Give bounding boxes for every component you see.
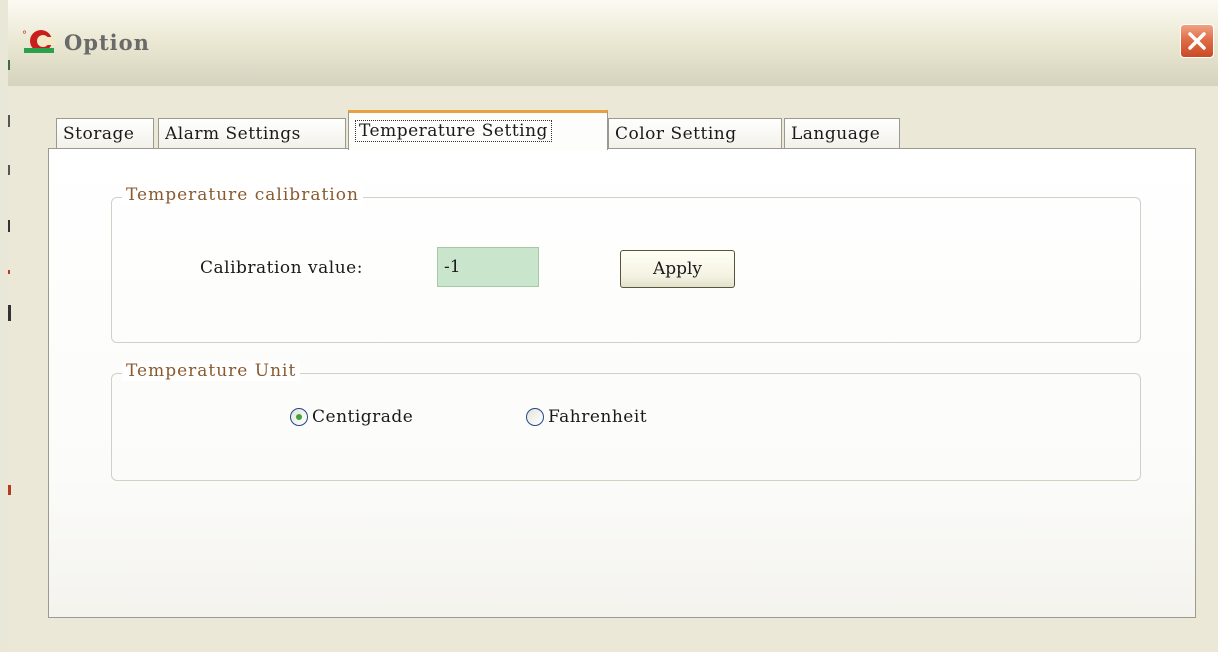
radio-label: Centigrade [312, 407, 414, 427]
tab-label: Alarm Settings [165, 124, 301, 144]
tab-label: Temperature Setting [355, 120, 552, 142]
tab-label: Language [791, 124, 881, 144]
radio-centigrade[interactable]: Centigrade [290, 407, 413, 427]
svg-text:°: ° [22, 30, 27, 41]
calibration-group: Temperature calibration Calibration valu… [111, 185, 1141, 343]
window-left-edge [8, 60, 11, 495]
temperature-unit-group-title: Temperature Unit [122, 361, 301, 381]
apply-button[interactable]: Apply [620, 250, 735, 288]
close-icon [1188, 32, 1206, 50]
title-bar[interactable]: ° Option [8, 0, 1218, 86]
radio-label: Fahrenheit [548, 407, 648, 427]
radio-fahrenheit[interactable]: Fahrenheit [526, 407, 647, 427]
calibration-value-label: Calibration value: [200, 258, 363, 278]
tab-temperature-setting[interactable]: Temperature Setting [348, 110, 608, 150]
app-logo-icon: ° [22, 30, 56, 53]
radio-unchecked-icon [526, 408, 544, 426]
temperature-unit-group: Temperature Unit Centigrade Fahrenheit [111, 361, 1141, 481]
close-button[interactable] [1180, 24, 1214, 58]
radio-checked-icon [290, 408, 308, 426]
radio-dot [296, 414, 302, 420]
tab-language[interactable]: Language [784, 118, 900, 148]
tab-storage[interactable]: Storage [56, 118, 154, 148]
tab-alarm-settings[interactable]: Alarm Settings [158, 118, 346, 148]
calibration-value-input[interactable] [437, 247, 539, 287]
calibration-group-title: Temperature calibration [122, 185, 363, 205]
tab-color-setting[interactable]: Color Setting [608, 118, 782, 148]
option-window: ° Option Storage Alarm Settings Temperat… [0, 0, 1218, 652]
tab-label: Color Setting [615, 124, 737, 144]
window-title: Option [64, 30, 150, 55]
tab-label: Storage [63, 124, 135, 144]
temperature-setting-panel: Temperature calibration Calibration valu… [48, 148, 1196, 618]
